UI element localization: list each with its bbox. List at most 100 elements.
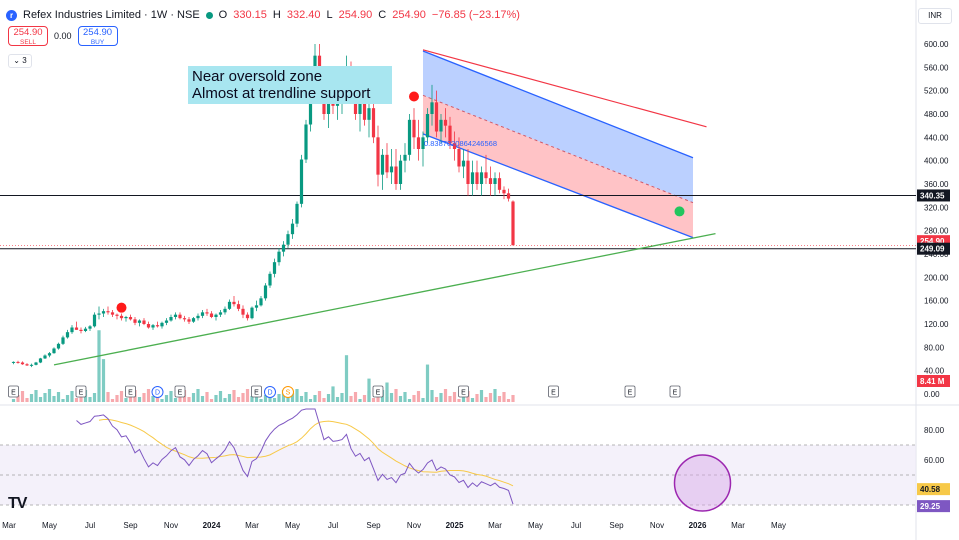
volume-bar bbox=[106, 392, 110, 402]
candle-body bbox=[43, 355, 47, 359]
indicators-collapse-button[interactable]: ⌄ 3 bbox=[8, 54, 32, 68]
price-axis-tick: 560.00 bbox=[924, 63, 949, 72]
candle-body bbox=[65, 332, 70, 338]
currency-button[interactable]: INR bbox=[918, 8, 952, 24]
market-status-icon bbox=[205, 11, 213, 19]
candle-body bbox=[88, 326, 92, 329]
volume-bar bbox=[457, 399, 461, 402]
volume-bar bbox=[322, 398, 326, 402]
fib-level-label: 0.8387020864246568 bbox=[424, 139, 497, 148]
volume-bar bbox=[173, 398, 178, 402]
time-axis-tick: May bbox=[285, 521, 300, 530]
volume-bar bbox=[227, 394, 232, 402]
time-axis-tick: 2026 bbox=[689, 521, 707, 530]
candle-body bbox=[245, 314, 250, 319]
candle-body bbox=[250, 307, 254, 319]
price-axis-tick: 320.00 bbox=[924, 203, 949, 212]
volume-bar bbox=[97, 330, 101, 402]
earnings-event-letter: E bbox=[79, 390, 84, 397]
candle-body bbox=[254, 305, 259, 308]
volume-bar bbox=[205, 392, 209, 402]
volume-bar bbox=[245, 389, 250, 402]
time-axis-tick: Nov bbox=[650, 521, 664, 530]
annotation-note[interactable]: Near oversold zone Almost at trendline s… bbox=[188, 66, 392, 104]
volume-bar bbox=[65, 395, 70, 402]
sell-price: 254.90 bbox=[13, 27, 43, 38]
volume-bar bbox=[11, 399, 16, 402]
symbol-title[interactable]: Refex Industries Limited · 1W · NSE bbox=[23, 9, 200, 21]
candle-body bbox=[484, 172, 488, 179]
volume-bar bbox=[52, 396, 56, 402]
volume-bar bbox=[29, 394, 34, 402]
candle-body bbox=[232, 301, 236, 305]
open-label: O bbox=[218, 9, 228, 21]
candle-body bbox=[461, 160, 466, 167]
candle-body bbox=[155, 325, 160, 327]
candle-body bbox=[389, 166, 394, 173]
candle-body bbox=[439, 119, 443, 132]
event-letter: D bbox=[155, 390, 160, 397]
volume-bar bbox=[443, 389, 448, 402]
volume-bar bbox=[115, 395, 119, 402]
candle-body bbox=[277, 251, 281, 263]
chart-canvas[interactable]: 600.00560.00520.00480.00440.00400.00360.… bbox=[0, 0, 959, 540]
volume-bar bbox=[304, 392, 308, 402]
tradingview-logo-icon[interactable]: TV bbox=[8, 495, 27, 513]
candle-body bbox=[304, 124, 308, 160]
candle-body bbox=[362, 102, 367, 120]
candle-body bbox=[299, 159, 304, 204]
volume-bar bbox=[209, 399, 214, 402]
volume-bar bbox=[340, 393, 344, 402]
sell-label: SELL bbox=[20, 39, 36, 46]
volume-bar bbox=[493, 389, 497, 402]
buy-label: BUY bbox=[90, 39, 105, 46]
volume-bar bbox=[367, 378, 371, 402]
candle-body bbox=[164, 320, 169, 323]
time-axis-tick: Mar bbox=[488, 521, 502, 530]
volume-bar bbox=[394, 389, 398, 402]
spread-value: 0.00 bbox=[54, 31, 72, 41]
price-axis-tick: 80.00 bbox=[924, 343, 945, 352]
sell-button[interactable]: 254.90 SELL bbox=[8, 26, 48, 46]
volume-bar bbox=[223, 398, 227, 402]
volume-label-text: 8.41 M bbox=[920, 377, 945, 386]
volume-bar bbox=[407, 399, 412, 402]
open-value: 330.15 bbox=[233, 9, 267, 21]
time-axis-tick: Sep bbox=[609, 521, 624, 530]
indicator-count: 3 bbox=[22, 56, 27, 65]
low-label: L bbox=[326, 9, 333, 21]
candle-body bbox=[263, 285, 268, 299]
buy-button[interactable]: 254.90 BUY bbox=[77, 26, 118, 46]
candle-body bbox=[160, 322, 164, 327]
candle-body bbox=[101, 311, 106, 314]
low-value: 254.90 bbox=[338, 9, 373, 21]
earnings-event-letter: E bbox=[628, 390, 633, 397]
volume-bar bbox=[425, 364, 430, 402]
volume-bar bbox=[160, 399, 164, 402]
candle-body bbox=[20, 362, 25, 365]
candle-body bbox=[376, 137, 380, 175]
candle-body bbox=[146, 324, 151, 328]
volume-bar bbox=[218, 391, 223, 402]
volume-bar bbox=[295, 389, 299, 402]
high-value: 332.40 bbox=[286, 9, 321, 21]
candle-body bbox=[173, 314, 178, 317]
volume-bar bbox=[214, 395, 218, 402]
volume-bar bbox=[403, 392, 407, 402]
candle-body bbox=[209, 313, 214, 317]
candle-body bbox=[29, 364, 34, 366]
volume-bar bbox=[479, 390, 484, 402]
volume-bar bbox=[110, 399, 115, 402]
time-axis-tick: May bbox=[528, 521, 543, 530]
volume-bar bbox=[362, 395, 367, 402]
red-dot-marker bbox=[409, 91, 419, 102]
candle-body bbox=[470, 172, 475, 184]
candle-body bbox=[74, 327, 79, 330]
candle-body bbox=[115, 314, 119, 316]
price-axis-tick: 200.00 bbox=[924, 273, 949, 282]
volume-bar bbox=[506, 399, 511, 402]
volume-bar bbox=[475, 394, 479, 402]
candle-body bbox=[16, 361, 20, 363]
volume-bar bbox=[272, 398, 277, 402]
candle-body bbox=[11, 361, 16, 363]
